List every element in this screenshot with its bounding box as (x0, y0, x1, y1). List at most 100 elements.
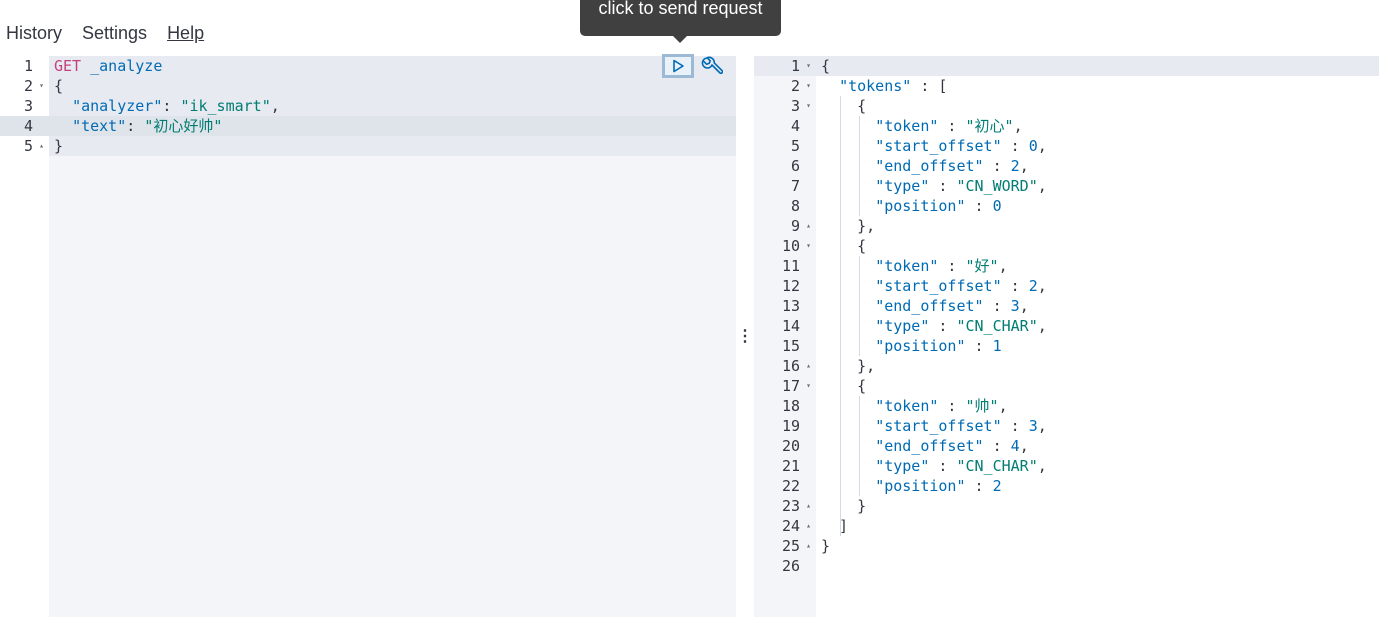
json-punctuation: , (1037, 177, 1047, 195)
fold-open-icon[interactable]: ▾ (39, 76, 44, 96)
analyzer-key: "analyzer" (72, 97, 163, 115)
json-number-value: 2 (1028, 277, 1038, 295)
json-key: "end_offset" (875, 437, 984, 455)
request-line-number: 5 ▴ (0, 136, 49, 156)
json-key: "token" (875, 117, 939, 135)
request-settings-button[interactable] (700, 54, 724, 78)
request-line-3[interactable]: "analyzer": "ik_smart", (54, 96, 280, 116)
console-nav: History Settings Help (6, 22, 204, 44)
fold-close-icon[interactable]: ▴ (806, 216, 811, 236)
json-punctuation: , (998, 257, 1008, 275)
settings-tab[interactable]: Settings (82, 22, 147, 44)
response-line: "type" : "CN_CHAR", (821, 456, 1047, 476)
line-number: 1 (23, 57, 33, 75)
json-punctuation: , (1013, 117, 1023, 135)
line-number: 3 (23, 97, 33, 115)
json-punctuation: { (821, 377, 867, 395)
json-punctuation (821, 137, 875, 155)
json-punctuation: { (821, 57, 831, 75)
json-punctuation (821, 297, 875, 315)
request-line-2[interactable]: { (54, 76, 63, 96)
line-number: 10 (781, 237, 800, 255)
fold-close-icon[interactable]: ▴ (806, 536, 811, 556)
response-line: "position" : 0 (821, 196, 1002, 216)
line-number: 9 (790, 217, 800, 235)
line-number: 14 (781, 317, 800, 335)
line-number: 5 (23, 137, 33, 155)
response-line: "end_offset" : 4, (821, 436, 1029, 456)
json-key: "start_offset" (875, 137, 1002, 155)
response-line-number: 25 ▴ (754, 536, 816, 556)
fold-close-icon[interactable]: ▴ (39, 136, 44, 156)
json-punctuation: }, (821, 357, 876, 375)
fold-open-icon[interactable]: ▾ (806, 236, 811, 256)
json-number-value: 1 (992, 337, 1002, 355)
response-line: "start_offset" : 2, (821, 276, 1047, 296)
json-number-value: 2 (992, 477, 1002, 495)
line-number: 2 (790, 77, 800, 95)
response-line-number: 13 (754, 296, 816, 316)
response-line: "token" : "初心", (821, 116, 1023, 136)
json-key: "position" (875, 337, 966, 355)
request-line-4[interactable]: "text": "初心好帅" (54, 116, 222, 136)
json-string-value: "初心" (965, 117, 1014, 135)
request-line-5[interactable]: } (54, 136, 63, 156)
line-number: 4 (790, 117, 800, 135)
json-punctuation (821, 317, 875, 335)
response-line-number: 19 (754, 416, 816, 436)
json-key: "end_offset" (875, 157, 984, 175)
json-key: "token" (875, 397, 939, 415)
fold-close-icon[interactable]: ▴ (806, 496, 811, 516)
response-line: }, (821, 216, 875, 236)
response-line: { (821, 376, 866, 396)
line-number: 17 (781, 377, 800, 395)
fold-close-icon[interactable]: ▴ (806, 516, 811, 536)
json-number-value: 3 (1010, 297, 1020, 315)
response-line: "tokens" : [ (821, 76, 947, 96)
json-string-value: "CN_WORD" (956, 177, 1038, 195)
send-request-button[interactable] (662, 54, 694, 78)
fold-open-icon[interactable]: ▾ (806, 96, 811, 116)
request-open-brace: { (54, 77, 64, 95)
request-path: _analyze (90, 57, 163, 75)
fold-open-icon[interactable]: ▾ (806, 376, 811, 396)
line-number: 26 (781, 557, 800, 575)
response-line-number: 17 ▾ (754, 376, 816, 396)
request-action-bar (662, 54, 724, 78)
analyzer-value: "ik_smart" (180, 97, 271, 115)
json-string-value: "CN_CHAR" (956, 457, 1038, 475)
line-number: 12 (781, 277, 800, 295)
json-punctuation: , (1037, 277, 1047, 295)
json-punctuation: : (938, 257, 966, 275)
response-line-number: 22 (754, 476, 816, 496)
json-string-value: "CN_CHAR" (956, 317, 1038, 335)
response-line-number: 4 (754, 116, 816, 136)
text-value: "初心好帅" (144, 117, 223, 135)
response-line-number: 23 ▴ (754, 496, 816, 516)
request-line-1[interactable]: GET _analyze (54, 56, 162, 76)
request-method: GET (54, 57, 82, 75)
json-punctuation: : (983, 157, 1011, 175)
line-number: 24 (781, 517, 800, 535)
response-line-number: 15 (754, 336, 816, 356)
fold-close-icon[interactable]: ▴ (806, 356, 811, 376)
request-line-number: 1 (0, 56, 49, 76)
fold-open-icon[interactable]: ▾ (806, 76, 811, 96)
json-punctuation: : (965, 197, 993, 215)
response-line-number: 8 (754, 196, 816, 216)
json-key: "position" (875, 477, 966, 495)
json-punctuation: : (965, 477, 993, 495)
line-number: 16 (781, 357, 800, 375)
response-line-number: 2 ▾ (754, 76, 816, 96)
help-tab[interactable]: Help (167, 22, 204, 44)
json-punctuation: : (1001, 137, 1029, 155)
pane-resizer[interactable]: ⋮ (736, 56, 754, 617)
response-line: ] (821, 516, 848, 536)
line-number: 7 (790, 177, 800, 195)
response-line: { (821, 236, 866, 256)
json-punctuation (821, 277, 875, 295)
history-tab[interactable]: History (6, 22, 62, 44)
fold-open-icon[interactable]: ▾ (806, 56, 811, 76)
json-number-value: 0 (992, 197, 1002, 215)
json-punctuation: } (821, 537, 831, 555)
